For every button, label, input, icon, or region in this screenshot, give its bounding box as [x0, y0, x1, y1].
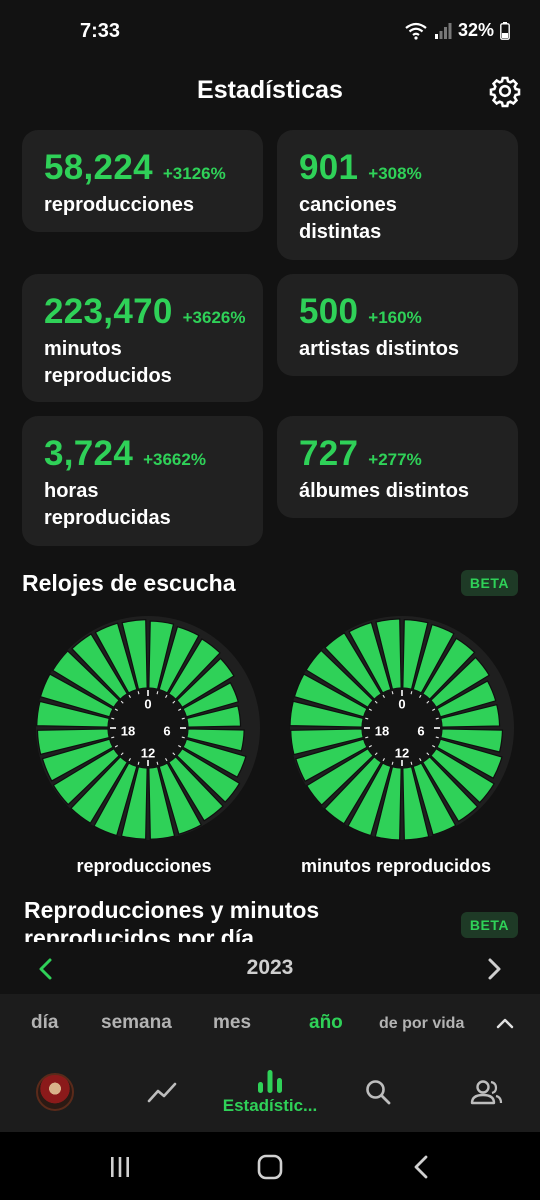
clock-tick-mark: [111, 736, 115, 739]
status-time: 7:33: [80, 20, 121, 42]
clock-tick-mark: [111, 717, 115, 720]
clock-tick-mark: [410, 691, 413, 695]
stat-value: 727: [299, 434, 359, 473]
status-bar: 7:33 32%: [0, 0, 540, 64]
clock-tick-mark: [181, 717, 185, 720]
clock-tick-mark: [156, 691, 159, 695]
friends-icon: [470, 1080, 503, 1105]
listening-clock-minutes[interactable]: 06 12 18: [284, 610, 520, 846]
search-icon: [366, 1080, 391, 1105]
stat-card-songs[interactable]: 901 +308% canciones distintas: [277, 130, 518, 260]
year-label: 2023: [246, 956, 294, 979]
stat-label: minutos reproducidos: [44, 338, 172, 387]
stat-label: horas reproducidas: [44, 480, 171, 529]
status-indicators: 32%: [404, 20, 510, 41]
stat-label: reproducciones: [44, 194, 195, 216]
clock-tick-mark: [365, 736, 369, 739]
beta-badge-daily: BETA: [460, 912, 518, 938]
stat-change: +160%: [368, 308, 422, 327]
chevron-right-icon[interactable]: [482, 956, 506, 982]
nav-stats[interactable]: Estadístic...: [210, 1052, 330, 1132]
tab-lifetime[interactable]: de por vida: [379, 1015, 464, 1033]
tab-day[interactable]: día: [31, 1012, 58, 1034]
daily-section-title: Reproducciones y minutos reproducidos po…: [24, 897, 320, 942]
year-navigation: 2023: [0, 952, 540, 986]
clock-tick-label: 18: [121, 723, 135, 738]
stat-change: +3126%: [162, 164, 226, 183]
gear-icon[interactable]: [488, 74, 522, 108]
home-icon[interactable]: [256, 1154, 284, 1180]
stat-card-plays[interactable]: 58,224 +3126% reproducciones: [22, 130, 263, 232]
battery-percent: 32%: [457, 20, 494, 40]
bar-chart-icon: [258, 1070, 282, 1093]
stat-value: 901: [299, 148, 359, 187]
back-icon[interactable]: [408, 1154, 436, 1180]
stat-change: +3626%: [182, 308, 246, 327]
clocks-section-title: Relojes de escucha: [22, 570, 236, 596]
beta-badge: BETA: [460, 570, 518, 596]
stat-value: 500: [299, 292, 359, 331]
clock-tick-mark: [156, 761, 159, 765]
tab-week[interactable]: semana: [101, 1012, 172, 1034]
chevron-up-icon[interactable]: [494, 1012, 516, 1034]
header: Estadísticas: [0, 66, 540, 116]
nav-trends[interactable]: [140, 1052, 184, 1132]
clock-tick-mark: [137, 761, 140, 765]
recent-apps-icon[interactable]: [106, 1154, 134, 1180]
clock-tick-label: 18: [375, 723, 389, 738]
nav-friends[interactable]: [464, 1052, 508, 1132]
stat-change: +3662%: [143, 450, 206, 469]
stat-card-hours[interactable]: 3,724 +3662% horas reproducidas: [22, 416, 263, 546]
clock-tick-mark: [410, 761, 413, 765]
clock-tick-mark: [137, 691, 140, 695]
stat-label: álbumes distintos: [299, 480, 470, 502]
clock-tick-mark: [365, 717, 369, 720]
battery-icon: [500, 21, 510, 40]
listening-clock-plays[interactable]: 06 12 18: [30, 610, 266, 846]
clock-tick-label: 0: [398, 696, 405, 711]
clock-tick-mark: [391, 691, 394, 695]
clock-tick-mark: [391, 761, 394, 765]
system-navigation: [0, 1132, 540, 1200]
clock-tick-label: 12: [395, 745, 409, 760]
period-tabs: día semana mes año de por vida: [0, 994, 540, 1052]
nav-profile[interactable]: [30, 1052, 80, 1132]
trending-icon: [147, 1082, 177, 1103]
clock-tick-mark: [181, 736, 185, 739]
clock-tick-mark: [435, 717, 439, 720]
tab-year[interactable]: año: [309, 1012, 343, 1034]
stat-card-albums[interactable]: 727 +277% álbumes distintos: [277, 416, 518, 518]
stat-label: artistas distintos: [299, 338, 460, 360]
stat-change: +308%: [368, 164, 422, 183]
stat-label: canciones distintas: [299, 194, 397, 243]
nav-stats-label: Estadístic...: [222, 1096, 318, 1115]
stat-value: 3,724: [44, 434, 134, 473]
page-title: Estadísticas: [197, 76, 343, 104]
clock-tick-label: 6: [163, 723, 170, 738]
tab-month[interactable]: mes: [213, 1012, 251, 1034]
clock-tick-label: 12: [141, 745, 155, 760]
clock-tick-label: 0: [144, 696, 151, 711]
stat-card-artists[interactable]: 500 +160% artistas distintos: [277, 274, 518, 376]
avatar: [36, 1073, 74, 1111]
wifi-icon: [405, 22, 427, 40]
clock-label-minutes: minutos reproducidos: [300, 856, 491, 876]
clock-tick-mark: [435, 736, 439, 739]
clock-tick-label: 6: [417, 723, 424, 738]
bottom-navigation: Estadístic...: [0, 1052, 540, 1132]
stat-value: 58,224: [44, 148, 153, 187]
clock-label-plays: reproducciones: [76, 856, 212, 876]
stat-change: +277%: [368, 450, 422, 469]
stat-card-minutes[interactable]: 223,470 +3626% minutos reproducidos: [22, 274, 263, 402]
signal-icon: [434, 22, 452, 39]
stat-value: 223,470: [44, 292, 173, 331]
nav-search[interactable]: [358, 1052, 398, 1132]
